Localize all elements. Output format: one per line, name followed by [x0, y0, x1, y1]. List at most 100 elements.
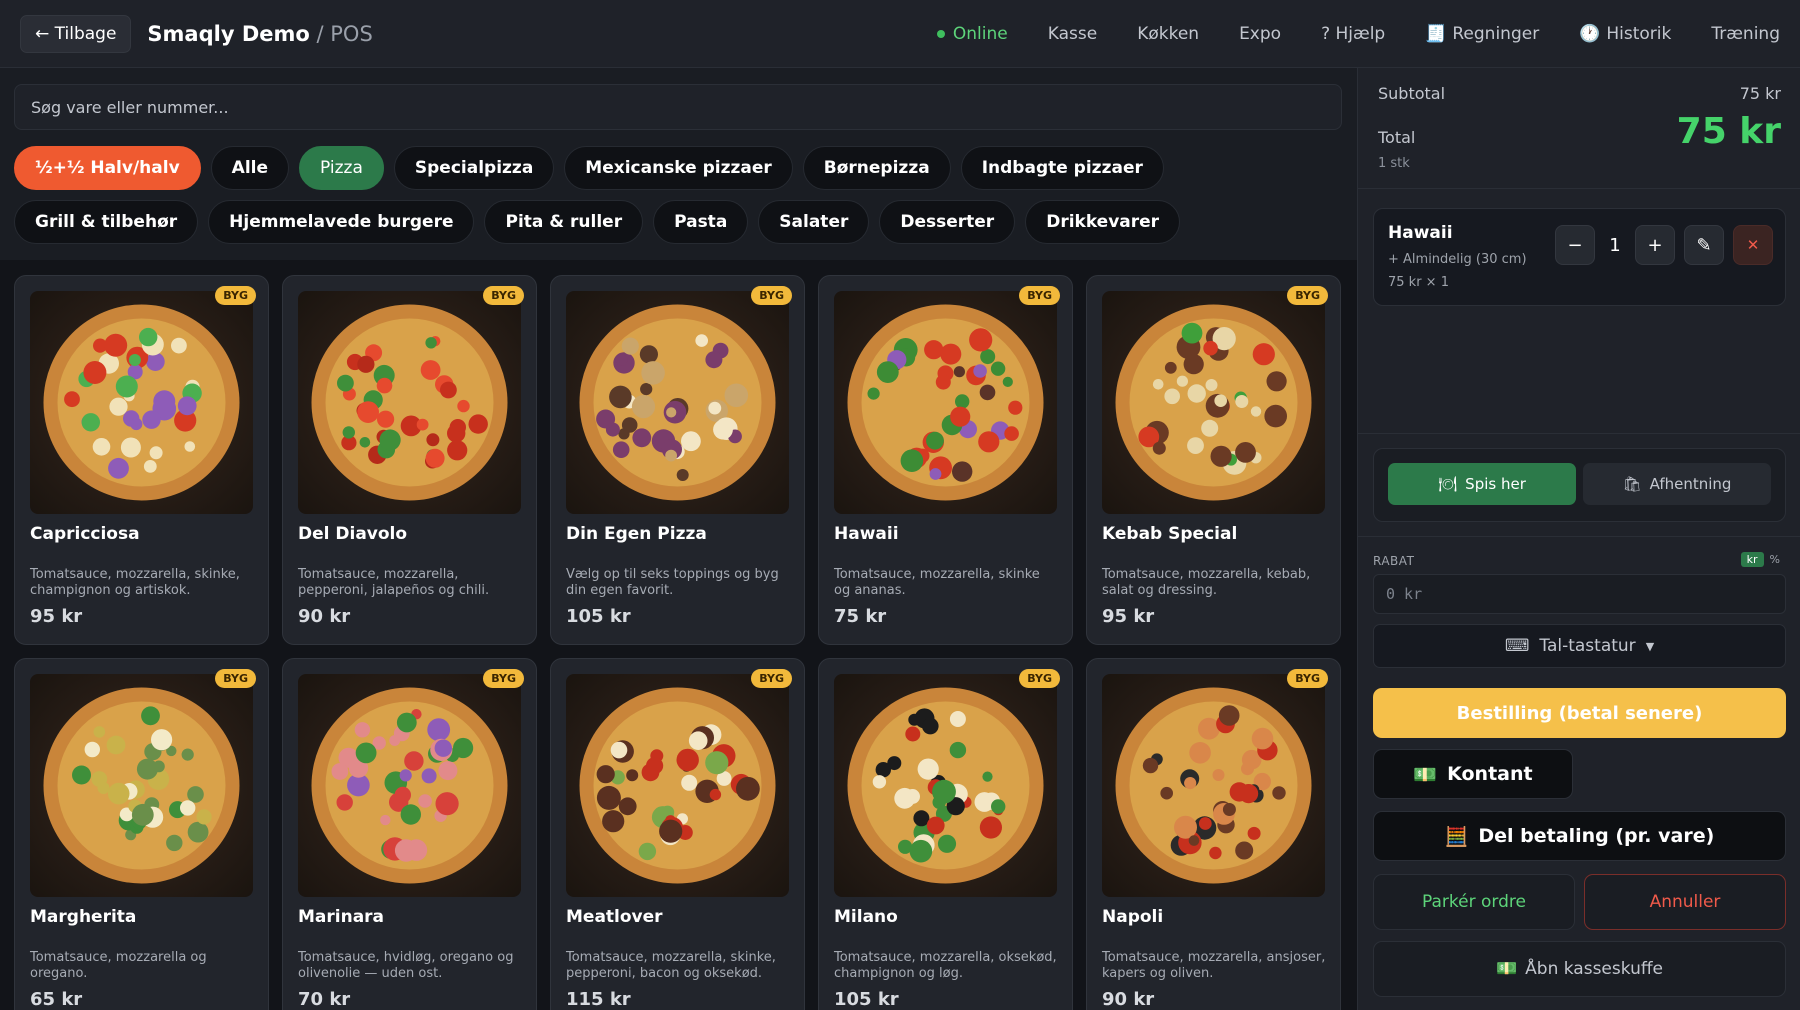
- product-card[interactable]: BYG Margherita Tomatsauce, mozzarella og o…: [14, 658, 269, 1010]
- category-chip-pizza[interactable]: Pizza: [299, 146, 384, 190]
- category-chip-desserts[interactable]: Desserter: [879, 200, 1016, 244]
- nav-kasse[interactable]: Kasse: [1048, 24, 1097, 44]
- product-description: Vælg op til seks toppings og byg din ege…: [566, 567, 779, 598]
- decrease-qty-button[interactable]: −: [1555, 225, 1595, 265]
- cancel-order-button[interactable]: Annuller: [1584, 874, 1786, 930]
- pizza-topping: [151, 729, 173, 751]
- split-payment-button[interactable]: 🧮 Del betaling (pr. vare): [1373, 811, 1786, 861]
- product-card[interactable]: BYG Del Diavolo Tomatsauce, mozzarella, pe…: [282, 275, 537, 645]
- discount-unit-kr[interactable]: kr: [1740, 552, 1764, 567]
- open-drawer-button[interactable]: 💵 Åbn kasseskuffe: [1373, 941, 1786, 997]
- pizza-illustration: [43, 687, 240, 884]
- pizza-illustration: [311, 687, 508, 884]
- pizza-topping: [130, 417, 143, 431]
- category-chip-calzone[interactable]: Indbagte pizzaer: [960, 146, 1164, 190]
- pizza-image: [30, 291, 253, 514]
- pizza-topping: [181, 748, 194, 761]
- pizza-topping: [973, 364, 987, 378]
- product-name: Hawaii: [834, 524, 899, 544]
- pizza-topping: [357, 401, 379, 423]
- product-card[interactable]: BYG Kebab Special Tomatsauce, mozzarella, …: [1086, 275, 1341, 645]
- product-price: 70 kr: [298, 989, 351, 1010]
- search-input[interactable]: Søg vare eller nummer...: [14, 84, 1342, 130]
- pizza-topping: [867, 387, 880, 400]
- pizza-topping: [331, 763, 349, 780]
- pizza-topping: [935, 374, 951, 390]
- category-bar: ½+½ Halv/halv Alle Pizza Specialpizza Me…: [14, 146, 1344, 244]
- pizza-image: [298, 674, 521, 897]
- build-badge: BYG: [751, 669, 792, 688]
- nav-expo[interactable]: Expo: [1239, 24, 1281, 44]
- category-chip-all[interactable]: Alle: [210, 146, 290, 190]
- product-description: Tomatsauce, mozzarella, pepperoni, jalap…: [298, 567, 490, 598]
- product-card[interactable]: BYG Napoli Tomatsauce, mozzarella, ansjose…: [1086, 658, 1341, 1010]
- pizza-topping: [1198, 717, 1220, 740]
- product-card[interactable]: BYG Din Egen Pizza Vælg op til seks toppin…: [550, 275, 805, 645]
- product-card[interactable]: BYG Milano Tomatsauce, mozzarella, oksekød…: [818, 658, 1073, 1010]
- cart-line-item[interactable]: Hawaii + Almindelig (30 cm) 75 kr × 1 − …: [1373, 208, 1786, 306]
- category-chip-burgers[interactable]: Hjemmelavede burgere: [208, 200, 475, 244]
- pizza-illustration: [1115, 687, 1312, 884]
- category-chip-kids[interactable]: Børnepizza: [802, 146, 951, 190]
- pizza-image: [1102, 291, 1325, 514]
- item-count: 1 stk: [1378, 156, 1410, 171]
- remove-item-button[interactable]: ✕: [1733, 225, 1773, 265]
- category-chip-specialpizza[interactable]: Specialpizza: [393, 146, 555, 190]
- build-badge: BYG: [483, 669, 524, 688]
- pizza-topping: [905, 726, 921, 742]
- product-card[interactable]: BYG Marinara Tomatsauce, hvidløg, oregano …: [282, 658, 537, 1010]
- product-card[interactable]: BYG Hawaii Tomatsauce, mozzarella, skinke …: [818, 275, 1073, 645]
- category-chip-halfhalf[interactable]: ½+½ Halv/halv: [14, 146, 201, 190]
- increase-qty-button[interactable]: +: [1635, 225, 1675, 265]
- pizza-image: [834, 291, 1057, 514]
- product-price: 90 kr: [1102, 989, 1155, 1010]
- discount-input[interactable]: 0 kr: [1373, 574, 1786, 614]
- pizza-image: [298, 291, 521, 514]
- pizza-image: [1102, 674, 1325, 897]
- pizza-topping: [990, 361, 1006, 376]
- pizza-topping: [979, 816, 1002, 839]
- mode-eat-in-button[interactable]: 🍽 Spis her: [1388, 463, 1576, 505]
- pizza-topping: [646, 757, 664, 775]
- top-nav: Online Kasse Køkken Expo ? Hjælp 🧾 Regnin…: [936, 24, 1780, 44]
- pizza-topping: [615, 354, 628, 366]
- nav-training[interactable]: Træning: [1711, 24, 1780, 44]
- mode-pickup-button[interactable]: 🛍 Afhentning: [1583, 463, 1771, 505]
- nav-history[interactable]: 🕐 Historik: [1579, 24, 1671, 44]
- nav-help[interactable]: ? Hjælp: [1321, 24, 1385, 44]
- pizza-topping: [926, 816, 945, 835]
- category-chip-mexican[interactable]: Mexicanske pizzaer: [564, 146, 793, 190]
- nav-bills-label: Regninger: [1452, 23, 1540, 44]
- pizza-topping: [638, 842, 657, 861]
- park-order-button[interactable]: Parkér ordre: [1373, 874, 1575, 930]
- category-chip-pasta[interactable]: Pasta: [653, 200, 749, 244]
- mode-pickup-label: Afhentning: [1649, 475, 1732, 493]
- pizza-topping: [177, 396, 197, 416]
- product-card[interactable]: BYG Capricciosa Tomatsauce, mozzarella, sk…: [14, 275, 269, 645]
- pizza-topping: [337, 374, 354, 392]
- back-button[interactable]: ← Tilbage: [20, 14, 132, 53]
- nav-bills[interactable]: 🧾 Regninger: [1425, 24, 1539, 44]
- close-icon: ✕: [1746, 236, 1760, 254]
- pizza-topping: [922, 717, 939, 735]
- order-pay-later-button[interactable]: Bestilling (betal senere): [1373, 688, 1786, 738]
- discount-unit-pct[interactable]: %: [1770, 553, 1780, 566]
- cash-button[interactable]: 💵 Kontant: [1373, 749, 1573, 799]
- product-price: 115 kr: [566, 989, 631, 1010]
- category-chip-salads[interactable]: Salater: [758, 200, 870, 244]
- line-item-qty: 1: [1609, 234, 1621, 256]
- build-badge: BYG: [483, 286, 524, 305]
- keypad-toggle-button[interactable]: ⌨ Tal-tastatur ▼: [1373, 624, 1786, 668]
- build-badge: BYG: [1287, 669, 1328, 688]
- nav-kokken[interactable]: Køkken: [1137, 24, 1199, 44]
- pizza-topping: [621, 337, 639, 355]
- category-chip-grill[interactable]: Grill & tilbehør: [14, 200, 199, 244]
- product-price: 65 kr: [30, 989, 83, 1010]
- pizza-topping: [602, 810, 625, 833]
- pizza-topping: [681, 774, 698, 791]
- edit-item-button[interactable]: ✎: [1684, 225, 1724, 265]
- category-chip-pita[interactable]: Pita & ruller: [484, 200, 644, 244]
- service-mode-toggle: 🍽 Spis her 🛍 Afhentning: [1373, 448, 1786, 522]
- category-chip-drinks[interactable]: Drikkevarer: [1025, 200, 1181, 244]
- product-card[interactable]: BYG Meatlover Tomatsauce, mozzarella, skin…: [550, 658, 805, 1010]
